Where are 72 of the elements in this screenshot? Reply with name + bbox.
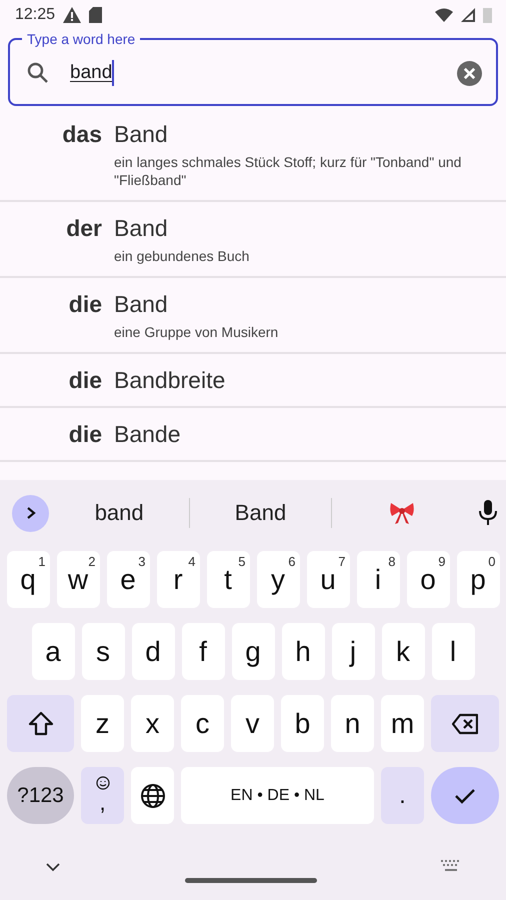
chevron-down-icon[interactable]: [45, 862, 61, 872]
globe-key[interactable]: [131, 767, 174, 824]
microphone-icon[interactable]: [478, 500, 498, 526]
backspace-key[interactable]: [431, 695, 499, 752]
clock-time: 12:25: [15, 6, 56, 24]
comma-key[interactable]: ,: [81, 767, 124, 824]
suggestion-chip[interactable]: band: [88, 499, 150, 527]
key-hint: 1: [38, 554, 46, 569]
letter-key[interactable]: s: [82, 623, 124, 680]
word-definition: ein gebundenes Buch: [114, 247, 250, 265]
key-hint: 3: [138, 554, 146, 569]
letter-key[interactable]: m: [381, 695, 424, 752]
bow-icon[interactable]: [388, 501, 415, 525]
letter-key[interactable]: n: [331, 695, 374, 752]
letter-key[interactable]: f: [182, 623, 224, 680]
letter-key[interactable]: j: [332, 623, 374, 680]
word-title[interactable]: Bande: [114, 419, 181, 449]
key-hint: 2: [88, 554, 96, 569]
keyboard-icon[interactable]: [441, 860, 461, 874]
search-icon: [26, 61, 50, 85]
word-definition: eine Gruppe von Musikern: [114, 323, 278, 341]
space-key[interactable]: EN • DE • NL: [181, 767, 374, 824]
letter-key[interactable]: r 4: [156, 551, 200, 608]
word-title[interactable]: Band: [114, 213, 168, 243]
word-title[interactable]: Band: [114, 119, 168, 149]
expand-button[interactable]: [12, 494, 49, 532]
clear-icon[interactable]: [457, 60, 482, 86]
signal-icon: [461, 8, 475, 22]
sd-card-icon: [89, 7, 102, 23]
key-hint: 8: [388, 554, 396, 569]
letter-key[interactable]: z: [81, 695, 124, 752]
smiley-icon: [96, 776, 110, 790]
article-label: das: [61, 120, 103, 149]
article-label: die: [68, 290, 103, 319]
word-title[interactable]: Bandbreite: [114, 365, 226, 395]
wifi-icon: [435, 8, 453, 22]
letter-key[interactable]: g: [232, 623, 274, 680]
key-hint: 5: [238, 554, 246, 569]
letter-key[interactable]: b: [281, 695, 324, 752]
shift-key[interactable]: [7, 695, 74, 752]
letter-key[interactable]: l: [432, 623, 474, 680]
key-hint: 9: [438, 554, 446, 569]
letter-key[interactable]: x: [131, 695, 174, 752]
key-hint: 7: [338, 554, 346, 569]
word-definition: ein langes schmales Stück Stoff; kurz für "Tonband" und "Fließband": [114, 153, 462, 189]
key-hint: 4: [188, 554, 196, 569]
article-label: der: [65, 214, 103, 243]
battery-icon: [483, 7, 492, 23]
word-title[interactable]: Band: [114, 289, 168, 319]
key-hint: 0: [488, 554, 496, 569]
chevron-right-icon: [24, 506, 36, 520]
field-label: Type a word here: [26, 30, 136, 48]
globe-icon: [140, 782, 166, 808]
letter-key[interactable]: t 5: [206, 551, 250, 608]
article-label: die: [68, 420, 103, 449]
search-text: band: [70, 62, 112, 84]
period-key[interactable]: .: [381, 767, 424, 824]
text-cursor: [112, 60, 114, 86]
letter-key[interactable]: v: [231, 695, 274, 752]
letter-key[interactable]: a: [32, 623, 74, 680]
letter-key[interactable]: k: [382, 623, 424, 680]
letter-key[interactable]: i 8: [356, 551, 400, 608]
letter-key[interactable]: h: [282, 623, 324, 680]
suggestion-chip[interactable]: Band: [228, 499, 292, 527]
key-hint: 6: [288, 554, 296, 569]
warning-icon: [63, 7, 82, 23]
symbols-key[interactable]: ?123: [7, 767, 74, 824]
letter-key[interactable]: c: [181, 695, 224, 752]
article-label: die: [68, 366, 103, 395]
home-bar[interactable]: [185, 878, 317, 882]
letter-key[interactable]: d: [132, 623, 174, 680]
shift-icon: [28, 710, 54, 736]
